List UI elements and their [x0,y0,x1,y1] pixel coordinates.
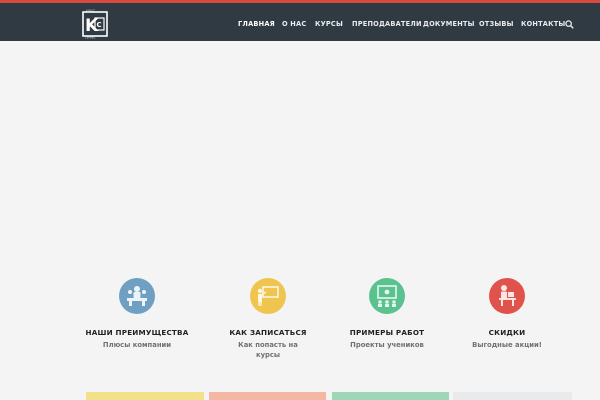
feature-discounts[interactable]: СКИДКИ Выгодные акции! [447,278,567,350]
feature-title: ПРИМЕРЫ РАБОТ [349,328,425,337]
gallery-thumb[interactable] [209,392,326,400]
teacher-board-icon [257,286,279,306]
gallery-thumb[interactable] [86,392,204,400]
nav-item-about[interactable]: О НАС [282,20,306,28]
presentation-icon [377,285,397,307]
nav-item-courses[interactable]: КУРСЫ [315,20,343,28]
feature-enroll[interactable]: КАК ЗАПИСАТЬСЯ Как попасть на курсы [208,278,328,360]
nav-item-reviews[interactable]: ОТЗЫВЫ [479,20,514,28]
feature-circle [369,278,405,314]
gallery-thumb[interactable] [453,392,572,400]
site-header: K C КЛАСС СЕРВИС ГЛАВНАЯ О НАС КУРСЫ ПРЕ… [0,0,600,41]
feature-circle [119,278,155,314]
student-desk-icon [499,285,516,306]
nav-item-teachers[interactable]: ПРЕПОДАВАТЕЛИ [352,20,422,28]
search-icon[interactable] [565,20,574,29]
feature-title: КАК ЗАПИСАТЬСЯ [229,328,307,337]
feature-works[interactable]: ПРИМЕРЫ РАБОТ Проекты учеников [327,278,447,350]
feature-title: СКИДКИ [488,328,526,337]
nav-item-documents[interactable]: ДОКУМЕНТЫ [423,20,475,28]
svg-text:СЕРВИС: СЕРВИС [85,36,96,39]
feature-circle [489,278,525,314]
feature-title: НАШИ ПРЕИМУЩЕСТВА [85,328,189,337]
gallery-thumb[interactable] [332,392,449,400]
svg-text:КЛАСС: КЛАСС [86,9,95,13]
feature-subtitle: Выгодные акции! [472,341,542,349]
feature-advantages[interactable]: НАШИ ПРЕИМУЩЕСТВА Плюсы компании [77,278,197,350]
nav-item-contacts[interactable]: КОНТАКТЫ [521,20,565,28]
main-nav: ГЛАВНАЯ О НАС КУРСЫ ПРЕПОДАВАТЕЛИ ДОКУМЕ… [0,20,600,32]
meeting-icon [127,286,147,306]
nav-item-home[interactable]: ГЛАВНАЯ [238,20,275,28]
feature-subtitle: Плюсы компании [102,341,172,349]
feature-subtitle: Как попасть на курсы [238,341,298,359]
feature-circle [250,278,286,314]
feature-subtitle: Проекты учеников [350,341,424,349]
